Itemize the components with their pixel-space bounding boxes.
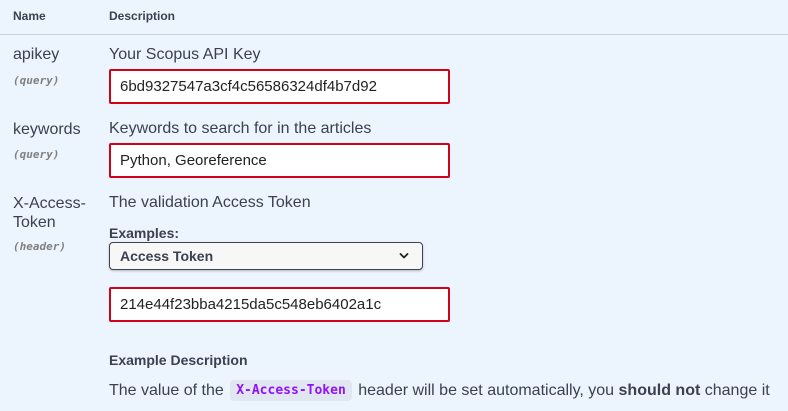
examples-selected-value: Access Token xyxy=(120,248,214,264)
param-description-x-access-token: The validation Access Token xyxy=(109,194,311,211)
x-access-token-input[interactable] xyxy=(109,287,450,322)
param-location-x-access-token: (header) xyxy=(13,240,66,253)
apikey-input[interactable] xyxy=(109,69,450,104)
param-name-line2: Token xyxy=(13,214,56,231)
param-name-line1: X-Access- xyxy=(13,195,86,212)
header-code-chip: X-Access-Token xyxy=(230,380,352,401)
param-location-keywords: (query) xyxy=(13,148,60,161)
example-description-text: The value of the X-Access-Token header w… xyxy=(109,380,770,401)
examples-label: Examples: xyxy=(109,225,180,241)
chevron-down-icon xyxy=(399,253,409,259)
param-name-x-access-token: X-Access- Token xyxy=(13,194,86,232)
param-description-apikey: Your Scopus API Key xyxy=(109,46,261,63)
example-description-before: The value of the xyxy=(109,382,224,399)
example-description-after: change it xyxy=(704,382,770,399)
example-description-middle: header will be set automatically, you xyxy=(358,382,615,399)
example-description-title: Example Description xyxy=(109,352,248,368)
header-divider xyxy=(0,34,788,35)
description-column-header: Description xyxy=(109,9,176,23)
param-description-keywords: Keywords to search for in the articles xyxy=(109,120,372,137)
param-name-keywords: keywords xyxy=(13,121,81,138)
example-description-bold: should not xyxy=(618,382,701,399)
examples-select[interactable]: Access Token xyxy=(109,242,423,270)
param-location-apikey: (query) xyxy=(13,74,60,87)
param-name-apikey: apikey xyxy=(13,46,60,63)
keywords-input[interactable] xyxy=(109,143,450,178)
name-column-header: Name xyxy=(13,9,46,23)
